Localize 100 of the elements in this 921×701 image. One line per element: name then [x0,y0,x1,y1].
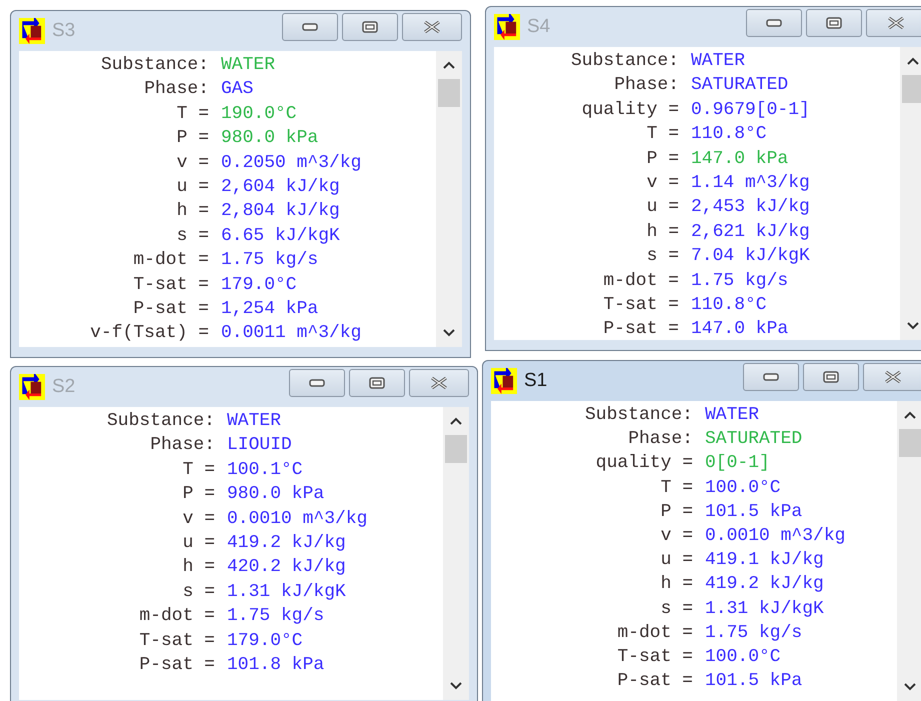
property-label: Phase: [149,434,215,458]
property-label: P = [182,483,215,506]
property-label: s = [646,245,679,268]
window-title: S4 [527,16,550,38]
property-value: 1.31 kJ/kgK [227,580,346,604]
property-label: m-dot = [602,270,679,293]
close-icon [430,377,448,389]
property-label: Phase: [627,428,693,452]
app-icon [19,374,45,400]
property-value: 110.8°C [691,123,767,146]
app-icon [19,18,45,44]
property-value: 7.04 kJ/kgK [691,245,810,268]
property-label: u = [176,176,209,200]
property-label: h = [182,556,215,580]
property-label: P = [176,127,209,150]
maximize-icon [368,377,386,389]
property-label: P = [660,500,693,524]
maximize-icon [822,371,840,383]
minimize-button[interactable] [282,13,338,41]
property-value: 2,804 kJ/kg [221,200,340,224]
scrollbar[interactable] [436,51,462,347]
property-label: m-dot = [616,622,693,645]
property-label: P = [646,148,679,171]
property-label: T = [660,476,693,500]
property-value: 1,254 kPa [221,298,318,322]
scrollbar[interactable] [900,47,921,340]
maximize-button[interactable] [806,9,862,37]
minimize-icon [762,371,780,383]
property-label: Phase: [613,74,679,98]
minimize-button[interactable] [289,369,345,397]
property-value: 1.75 kg/s [705,622,802,645]
scrollbar-thumb[interactable] [902,75,921,103]
scroll-down-icon[interactable] [906,321,920,331]
maximize-icon [361,21,379,33]
maximize-button[interactable] [342,13,398,41]
app-icon [491,368,517,394]
property-label: Substance: [106,410,215,433]
scrollbar[interactable] [443,407,469,700]
app-icon [494,14,520,40]
property-value: 100.0°C [705,646,781,670]
property-value: 1.75 kg/s [221,249,318,272]
scroll-up-icon[interactable] [903,410,917,420]
property-label: P-sat = [138,654,215,678]
property-label: v = [646,172,679,196]
property-label: Substance: [584,404,693,427]
property-value: WATER [227,410,282,433]
property-value: 179.0°C [227,630,303,653]
property-value: WATER [691,50,746,73]
property-label: T-sat = [138,630,215,653]
property-value: 110.8°C [691,294,767,318]
property-value: WATER [705,404,760,427]
scroll-down-icon[interactable] [903,682,917,692]
property-value: 190.0°C [221,102,297,126]
close-button[interactable] [866,9,921,37]
minimize-button[interactable] [746,9,802,37]
close-button[interactable] [409,369,469,397]
property-value: 419.2 kJ/kg [705,573,824,596]
property-label: s = [182,580,215,604]
property-value: 419.1 kJ/kg [705,549,824,572]
property-label: Substance: [100,54,209,77]
minimize-button[interactable] [743,363,799,391]
scrollbar-thumb[interactable] [445,435,467,463]
property-value: 1.75 kg/s [691,270,788,293]
property-value: 6.65 kJ/kgK [221,224,340,248]
property-value: WATER [221,54,276,77]
property-label: m-dot = [132,249,209,272]
scroll-down-icon[interactable] [449,681,463,691]
property-label: u = [660,549,693,572]
property-label: u = [646,196,679,220]
close-button[interactable] [402,13,462,41]
property-value: 101.5 kPa [705,670,802,694]
property-value: 101.8 kPa [227,654,324,678]
property-label: u = [182,532,215,556]
scroll-down-icon[interactable] [442,328,456,338]
property-value: 980.0 kPa [227,483,324,506]
scrollbar[interactable] [897,401,921,701]
property-value: 1.75 kg/s [227,605,324,628]
property-label: h = [176,200,209,224]
property-value: 1.14 m^3/kg [691,172,810,196]
property-label: T-sat = [616,646,693,670]
maximize-button[interactable] [349,369,405,397]
maximize-button[interactable] [803,363,859,391]
scrollbar-thumb[interactable] [438,79,460,107]
property-label: T = [176,102,209,126]
property-label: T-sat = [602,294,679,318]
property-value: 2,604 kJ/kg [221,176,340,200]
scroll-up-icon[interactable] [449,416,463,426]
close-button[interactable] [863,363,921,391]
scroll-up-icon[interactable] [906,56,920,66]
property-label: Substance: [570,50,679,73]
minimize-icon [301,21,319,33]
close-icon [887,17,905,29]
scroll-up-icon[interactable] [442,60,456,70]
property-value: 0.0010 m^3/kg [227,508,368,531]
property-value: 179.0°C [221,274,297,297]
window-title: S2 [52,376,76,398]
scrollbar-thumb[interactable] [899,429,921,457]
property-value: LIOUID [227,434,292,458]
property-value: 0.0011 m^3/kg [221,322,362,346]
property-label: T = [646,123,679,146]
